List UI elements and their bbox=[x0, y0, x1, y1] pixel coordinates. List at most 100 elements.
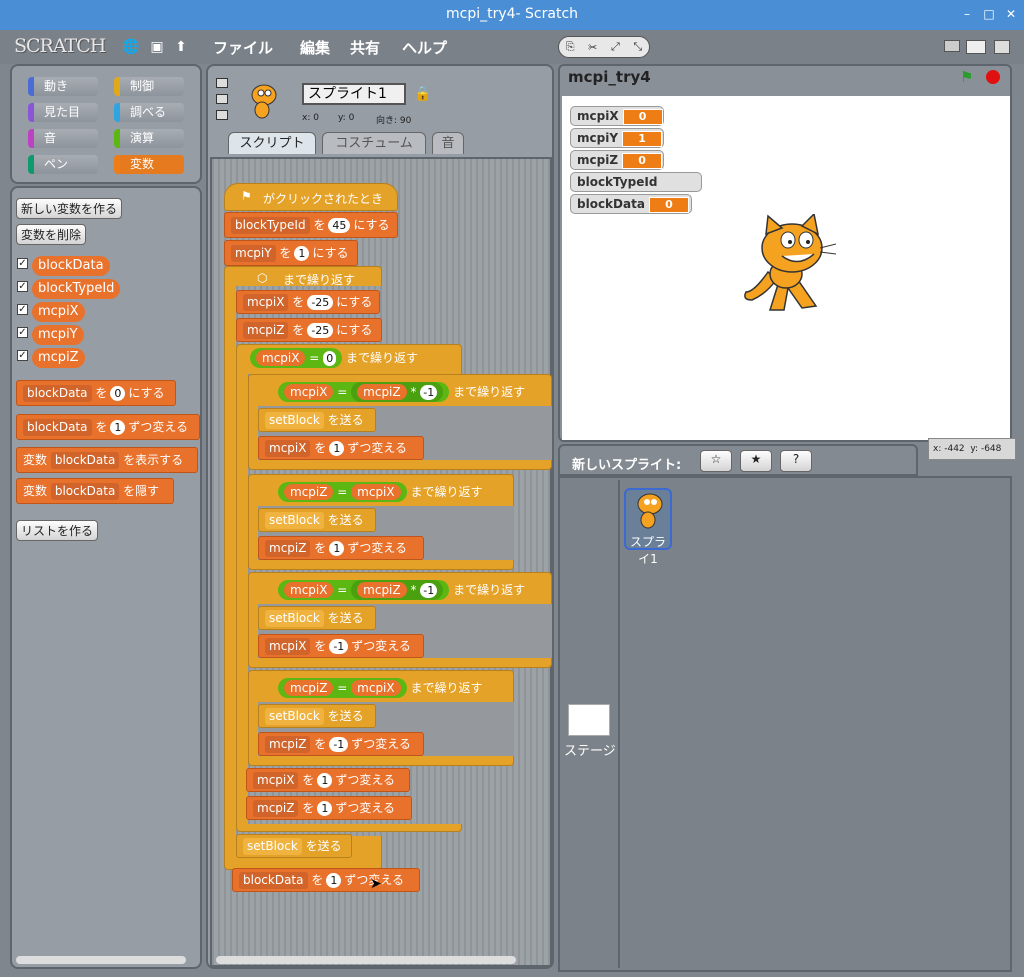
var-dropdown[interactable]: blockData bbox=[50, 452, 120, 469]
delete-icon[interactable]: ✂ bbox=[588, 41, 597, 54]
variable-checkbox[interactable]: ✓ bbox=[17, 327, 28, 338]
share-icon[interactable]: ⬆ bbox=[172, 38, 190, 56]
value-input[interactable]: 1 bbox=[326, 873, 342, 888]
globe-icon[interactable]: 🌐 bbox=[122, 38, 140, 56]
variable-checkbox[interactable]: ✓ bbox=[17, 350, 28, 361]
maximize-icon[interactable]: □ bbox=[980, 5, 998, 23]
value-input[interactable]: 1 bbox=[110, 420, 126, 435]
variable-reporter[interactable]: blockData bbox=[32, 256, 110, 276]
var-dropdown[interactable]: blockData bbox=[23, 419, 92, 436]
message-dropdown[interactable]: setBlock bbox=[265, 708, 324, 725]
stop-icon[interactable] bbox=[986, 70, 1000, 84]
message-dropdown[interactable]: setBlock bbox=[243, 838, 302, 855]
var-dropdown[interactable]: blockTypeId bbox=[231, 217, 310, 234]
var-reporter[interactable]: mcpiX bbox=[256, 350, 306, 366]
variable-monitor[interactable]: mcpiZ 0 bbox=[570, 150, 664, 170]
var-dropdown[interactable]: mcpiX bbox=[253, 772, 299, 789]
equals-condition[interactable]: mcpiX = 0 bbox=[250, 348, 343, 368]
category-6[interactable]: ペン bbox=[28, 155, 98, 174]
variable-reporter[interactable]: mcpiZ bbox=[32, 348, 85, 368]
value-input[interactable]: -1 bbox=[420, 583, 438, 598]
show-variable-block[interactable]: 変数 blockData を表示する bbox=[16, 447, 198, 473]
equals-condition[interactable]: mcpiX = mcpiZ * -1 bbox=[278, 382, 450, 402]
shrink-icon[interactable]: ⤡ bbox=[633, 40, 642, 54]
var-dropdown[interactable]: mcpiX bbox=[243, 294, 289, 311]
cat-sprite[interactable] bbox=[740, 212, 837, 318]
message-dropdown[interactable]: setBlock bbox=[265, 512, 324, 529]
change-variable-block[interactable]: mcpiX を 1 ずつ変える bbox=[258, 436, 424, 460]
value-input[interactable]: 0 bbox=[323, 351, 337, 366]
category-0[interactable]: 動き bbox=[28, 77, 98, 96]
set-mcpiz-block[interactable]: mcpiZ を -25 にする bbox=[236, 318, 382, 342]
value-input[interactable]: -25 bbox=[307, 323, 334, 338]
var-dropdown[interactable]: blockData bbox=[23, 385, 92, 402]
hide-variable-block[interactable]: 変数 blockData を隠す bbox=[16, 478, 174, 504]
variable-monitor[interactable]: mcpiX 0 bbox=[570, 106, 664, 126]
category-1[interactable]: 制御 bbox=[114, 77, 184, 96]
change-mcpiz-block[interactable]: mcpiZ を 1 ずつ変える bbox=[246, 796, 412, 820]
category-7[interactable]: 変数 bbox=[114, 155, 184, 174]
category-5[interactable]: 演算 bbox=[114, 129, 184, 148]
value-input[interactable]: -1 bbox=[329, 737, 349, 752]
change-variable-block[interactable]: mcpiX を -1 ずつ変える bbox=[258, 634, 424, 658]
menu-edit[interactable]: 編集 bbox=[300, 37, 330, 58]
no-rotate-icon[interactable] bbox=[216, 110, 228, 120]
value-input[interactable]: 1 bbox=[329, 441, 345, 456]
change-variable-block[interactable]: blockData を 1 ずつ変える bbox=[16, 414, 200, 440]
broadcast-setblock-block[interactable]: setBlock を送る bbox=[258, 408, 376, 432]
new-list-button[interactable]: リストを作る bbox=[16, 520, 99, 541]
variable-monitor[interactable]: blockTypeId0 bbox=[570, 172, 702, 209]
value-input[interactable]: 45 bbox=[328, 218, 351, 233]
category-3[interactable]: 調べる bbox=[114, 103, 184, 122]
message-dropdown[interactable]: setBlock bbox=[265, 610, 324, 627]
var-reporter[interactable]: mcpiX bbox=[284, 384, 334, 400]
variable-reporter[interactable]: mcpiX bbox=[32, 302, 85, 322]
close-icon[interactable]: ✕ bbox=[1002, 5, 1020, 23]
var-dropdown[interactable]: mcpiX bbox=[265, 638, 311, 655]
category-2[interactable]: 見た目 bbox=[28, 103, 98, 122]
change-variable-block[interactable]: mcpiZ を -1 ずつ変える bbox=[258, 732, 424, 756]
multiply-operator[interactable]: mcpiZ * -1 bbox=[351, 382, 444, 402]
minimize-icon[interactable]: – bbox=[958, 5, 976, 23]
var-dropdown[interactable]: blockData bbox=[239, 872, 308, 889]
var-reporter[interactable]: mcpiZ bbox=[284, 484, 334, 500]
var-reporter[interactable]: mcpiZ bbox=[357, 582, 407, 598]
duplicate-icon[interactable]: ⎘ bbox=[566, 40, 575, 54]
var-reporter[interactable]: mcpiX bbox=[351, 680, 401, 696]
equals-condition[interactable]: mcpiZ = mcpiX bbox=[278, 482, 407, 502]
variable-checkbox[interactable]: ✓ bbox=[17, 304, 28, 315]
variable-reporter[interactable]: mcpiY bbox=[32, 325, 84, 345]
broadcast-setblock-block[interactable]: setBlock を送る bbox=[258, 508, 376, 532]
sprite-tile[interactable]: スプライ1 bbox=[624, 488, 672, 566]
broadcast-setblock-block[interactable]: setBlock を送る bbox=[236, 834, 352, 858]
menu-file[interactable]: ファイル bbox=[213, 37, 273, 58]
multiply-operator[interactable]: mcpiZ * -1 bbox=[351, 580, 444, 600]
lock-icon[interactable]: 🔒 bbox=[414, 86, 431, 102]
rotate-icon[interactable] bbox=[216, 78, 228, 88]
var-reporter[interactable]: mcpiZ bbox=[284, 680, 334, 696]
variable-checkbox[interactable]: ✓ bbox=[17, 281, 28, 292]
change-blockdata-block[interactable]: blockData を 1 ずつ変える bbox=[232, 868, 420, 892]
sprite-name-field[interactable]: スプライト1 bbox=[302, 83, 406, 105]
save-icon[interactable]: ▣ bbox=[148, 38, 166, 56]
var-dropdown[interactable]: mcpiY bbox=[231, 245, 276, 262]
green-flag-icon[interactable]: ⚑ bbox=[960, 68, 973, 86]
tab-sounds[interactable]: 音 bbox=[432, 132, 464, 154]
var-dropdown[interactable]: mcpiZ bbox=[243, 322, 289, 339]
new-variable-button[interactable]: 新しい変数を作る bbox=[16, 198, 123, 219]
var-dropdown[interactable]: mcpiX bbox=[265, 440, 311, 457]
variable-reporter[interactable]: blockTypeId bbox=[32, 279, 121, 299]
script-scrollbar[interactable] bbox=[216, 956, 516, 964]
var-dropdown[interactable]: mcpiZ bbox=[265, 540, 311, 557]
tab-costumes[interactable]: コスチューム bbox=[322, 132, 426, 154]
presentation-mode-icon[interactable] bbox=[994, 40, 1010, 54]
message-dropdown[interactable]: setBlock bbox=[265, 412, 324, 429]
var-dropdown[interactable]: blockData bbox=[50, 483, 120, 500]
variable-checkbox[interactable]: ✓ bbox=[17, 258, 28, 269]
set-blocktypeid-block[interactable]: blockTypeId を 45 にする bbox=[224, 212, 398, 238]
value-input[interactable]: 1 bbox=[317, 773, 333, 788]
var-dropdown[interactable]: mcpiZ bbox=[265, 736, 311, 753]
broadcast-setblock-block[interactable]: setBlock を送る bbox=[258, 606, 376, 630]
value-input[interactable]: -1 bbox=[329, 639, 349, 654]
normal-stage-icon[interactable] bbox=[966, 40, 986, 54]
